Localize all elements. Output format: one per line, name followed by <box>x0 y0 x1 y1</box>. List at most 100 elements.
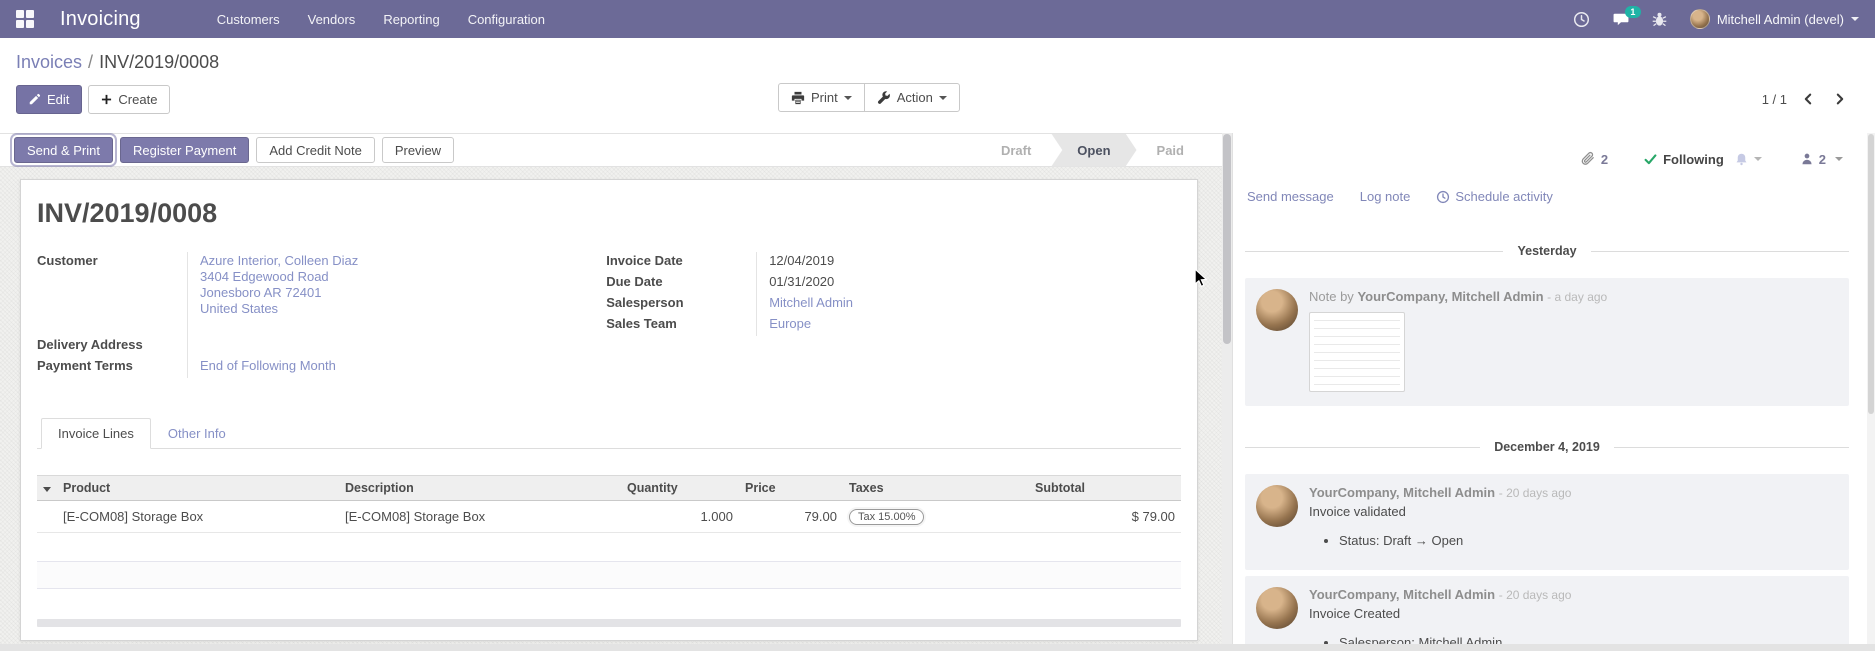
customer-name-link[interactable]: Azure Interior, Colleen Diaz <box>200 253 550 269</box>
cell-product[interactable]: [E-COM08] Storage Box <box>57 501 339 533</box>
bell-icon <box>1734 152 1749 167</box>
horizontal-scrollbar[interactable] <box>37 619 1181 627</box>
schedule-activity-button[interactable]: Schedule activity <box>1436 189 1553 204</box>
col-header-subtotal[interactable]: Subtotal <box>1029 476 1181 501</box>
salesperson-link[interactable]: Mitchell Admin <box>769 295 853 310</box>
action-button[interactable]: Action <box>864 83 960 112</box>
edit-label: Edit <box>47 92 69 107</box>
invoice-sheet: INV/2019/0008 Customer Azure Interior, C… <box>20 179 1198 641</box>
apps-grid-icon[interactable] <box>16 10 34 28</box>
printer-icon <box>791 91 805 105</box>
control-panel: Invoices/INV/2019/0008 Edit Create Print… <box>0 38 1875 133</box>
customer-country[interactable]: United States <box>200 301 550 317</box>
scrollbar-thumb[interactable] <box>1223 134 1231 344</box>
attachment-thumbnail[interactable] <box>1309 312 1405 392</box>
wrench-icon <box>877 91 891 105</box>
status-draft[interactable]: Draft <box>981 134 1051 167</box>
delivery-address-value[interactable] <box>187 336 550 357</box>
col-header-quantity[interactable]: Quantity <box>621 476 739 501</box>
message-count-badge: 1 <box>1625 6 1641 18</box>
pager-value: 1 / 1 <box>1762 92 1787 107</box>
menu-configuration[interactable]: Configuration <box>468 12 545 27</box>
plus-icon <box>101 94 112 105</box>
chatter-vertical-scrollbar[interactable] <box>1867 133 1875 651</box>
following-button[interactable]: Following <box>1644 152 1724 167</box>
col-header-description[interactable]: Description <box>339 476 621 501</box>
status-pipeline: Draft Open Paid <box>981 134 1204 167</box>
scrollbar-thumb[interactable] <box>1868 134 1874 414</box>
payment-terms-link[interactable]: End of Following Month <box>200 358 336 373</box>
message-author[interactable]: YourCompany, Mitchell Admin <box>1357 289 1543 304</box>
send-print-button[interactable]: Send & Print <box>14 137 113 163</box>
breadcrumb-current: INV/2019/0008 <box>99 52 219 72</box>
messages-bubble-icon[interactable]: 1 <box>1612 11 1629 28</box>
customer-street[interactable]: 3404 Edgewood Road <box>200 269 550 285</box>
attachments-count: 2 <box>1601 152 1608 167</box>
followers-count: 2 <box>1819 152 1826 167</box>
message-author[interactable]: YourCompany, Mitchell Admin <box>1309 485 1495 500</box>
user-avatar <box>1690 9 1710 29</box>
tab-other-info[interactable]: Other Info <box>151 418 243 449</box>
edit-button[interactable]: Edit <box>16 85 82 114</box>
chevron-down-icon <box>844 96 852 100</box>
tab-invoice-lines[interactable]: Invoice Lines <box>41 418 151 449</box>
customer-city[interactable]: Jonesboro AR 72401 <box>200 285 550 301</box>
divider-label: December 4, 2019 <box>1494 440 1600 454</box>
sort-caret-icon <box>43 487 51 492</box>
empty-area <box>37 533 1181 561</box>
create-button[interactable]: Create <box>88 85 170 114</box>
form-vertical-scrollbar[interactable] <box>1222 133 1232 651</box>
message-author[interactable]: YourCompany, Mitchell Admin <box>1309 587 1495 602</box>
chevron-left-icon <box>1801 92 1815 106</box>
menu-customers[interactable]: Customers <box>217 12 280 27</box>
notebook-tabs: Invoice Lines Other Info <box>37 418 1181 449</box>
following-label: Following <box>1663 152 1724 167</box>
preview-button[interactable]: Preview <box>382 137 454 163</box>
chevron-right-icon <box>1833 92 1847 106</box>
print-action-group: Print Action <box>778 83 960 112</box>
invoice-title: INV/2019/0008 <box>37 196 1181 230</box>
top-navbar: Invoicing Customers Vendors Reporting Co… <box>0 0 1875 38</box>
right-field-group: Invoice Date 12/04/2019 Due Date 01/31/2… <box>606 252 1181 378</box>
statusbar: Send & Print Register Payment Add Credit… <box>0 133 1232 167</box>
avatar <box>1256 587 1298 629</box>
tax-badge[interactable]: Tax 15.00% <box>849 509 924 525</box>
clock-icon <box>1436 190 1450 204</box>
col-header-price[interactable]: Price <box>739 476 843 501</box>
status-paid[interactable]: Paid <box>1137 134 1204 167</box>
user-menu[interactable]: Mitchell Admin (devel) <box>1690 9 1859 29</box>
pager-previous-button[interactable] <box>1797 88 1819 110</box>
action-label: Action <box>897 90 933 105</box>
attachments-button[interactable]: 2 <box>1580 151 1608 167</box>
followers-button[interactable]: 2 <box>1800 152 1843 167</box>
print-button[interactable]: Print <box>778 83 865 112</box>
menu-vendors[interactable]: Vendors <box>308 12 356 27</box>
cell-price[interactable]: 79.00 <box>739 501 843 533</box>
notification-bell-button[interactable] <box>1734 152 1762 167</box>
sort-caret-header[interactable] <box>37 476 57 501</box>
add-credit-note-button[interactable]: Add Credit Note <box>256 137 375 163</box>
cell-description[interactable]: [E-COM08] Storage Box <box>339 501 621 533</box>
activities-clock-icon[interactable] <box>1573 11 1590 28</box>
menu-reporting[interactable]: Reporting <box>383 12 439 27</box>
chatter-panel: 2 Following 2 Send message Log note Sche… <box>1232 133 1875 651</box>
print-label: Print <box>811 90 838 105</box>
chatter-message: YourCompany, Mitchell Admin - 20 days ag… <box>1245 576 1849 651</box>
pager-next-button[interactable] <box>1829 88 1851 110</box>
chatter-message-note: Note by YourCompany, Mitchell Admin - a … <box>1245 278 1849 406</box>
due-date-label: Due Date <box>606 273 756 294</box>
table-row[interactable]: [E-COM08] Storage Box [E-COM08] Storage … <box>37 501 1181 533</box>
register-payment-button[interactable]: Register Payment <box>120 137 249 163</box>
send-message-button[interactable]: Send message <box>1247 189 1334 204</box>
status-open[interactable]: Open <box>1051 134 1136 167</box>
bug-icon[interactable] <box>1651 11 1668 28</box>
col-header-taxes[interactable]: Taxes <box>843 476 1029 501</box>
message-body: Invoice Created <box>1309 606 1837 621</box>
page-horizontal-scrollbar[interactable] <box>0 644 1875 651</box>
col-header-product[interactable]: Product <box>57 476 339 501</box>
sales-team-link[interactable]: Europe <box>769 316 811 331</box>
app-title[interactable]: Invoicing <box>60 8 141 31</box>
breadcrumb-invoices-link[interactable]: Invoices <box>16 52 82 72</box>
cell-quantity[interactable]: 1.000 <box>621 501 739 533</box>
log-note-button[interactable]: Log note <box>1360 189 1411 204</box>
